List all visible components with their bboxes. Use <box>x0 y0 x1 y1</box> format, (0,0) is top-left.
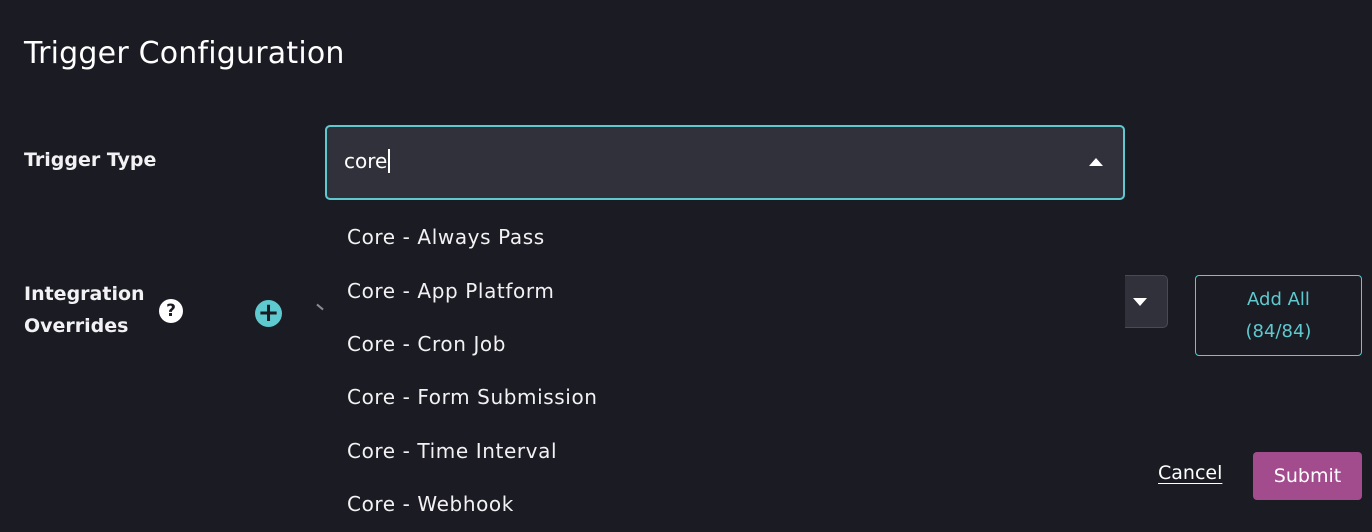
dropdown-option-always-pass[interactable]: Core - Always Pass <box>347 223 545 251</box>
integration-override-select[interactable] <box>1125 275 1168 328</box>
chevron-down-icon[interactable] <box>1133 298 1147 306</box>
trigger-type-combobox[interactable]: core <box>325 125 1125 200</box>
dropdown-option-cron-job[interactable]: Core - Cron Job <box>347 330 506 358</box>
text-caret <box>388 149 390 173</box>
add-all-label: Add All <box>1247 289 1310 310</box>
dropdown-option-form-submission[interactable]: Core - Form Submission <box>347 383 598 411</box>
trigger-type-input-value: core <box>344 149 388 173</box>
add-icon[interactable]: + <box>255 300 282 327</box>
integration-overrides-label-line2: Overrides <box>24 315 129 337</box>
trigger-type-label: Trigger Type <box>24 149 157 171</box>
add-all-count: (84/84) <box>1245 321 1312 342</box>
trigger-type-dropdown-list: Core - Always Pass Core - App Platform C… <box>325 210 1125 532</box>
trigger-configuration-page: Trigger Configuration Trigger Type core … <box>0 0 1372 532</box>
add-all-button[interactable]: Add All (84/84) <box>1195 275 1362 356</box>
dropdown-option-time-interval[interactable]: Core - Time Interval <box>347 437 557 465</box>
override-select-edge <box>316 303 324 311</box>
integration-overrides-label: Integration Overrides <box>24 278 154 342</box>
dropdown-option-webhook[interactable]: Core - Webhook <box>347 490 514 518</box>
help-icon[interactable]: ? <box>159 299 183 323</box>
submit-button[interactable]: Submit <box>1253 452 1362 500</box>
chevron-up-icon[interactable] <box>1089 158 1103 166</box>
integration-overrides-label-line1: Integration <box>24 283 145 305</box>
cancel-button[interactable]: Cancel <box>1158 462 1222 484</box>
page-title: Trigger Configuration <box>24 36 345 71</box>
dropdown-option-app-platform[interactable]: Core - App Platform <box>347 277 554 305</box>
trigger-type-input[interactable]: core <box>344 149 390 173</box>
